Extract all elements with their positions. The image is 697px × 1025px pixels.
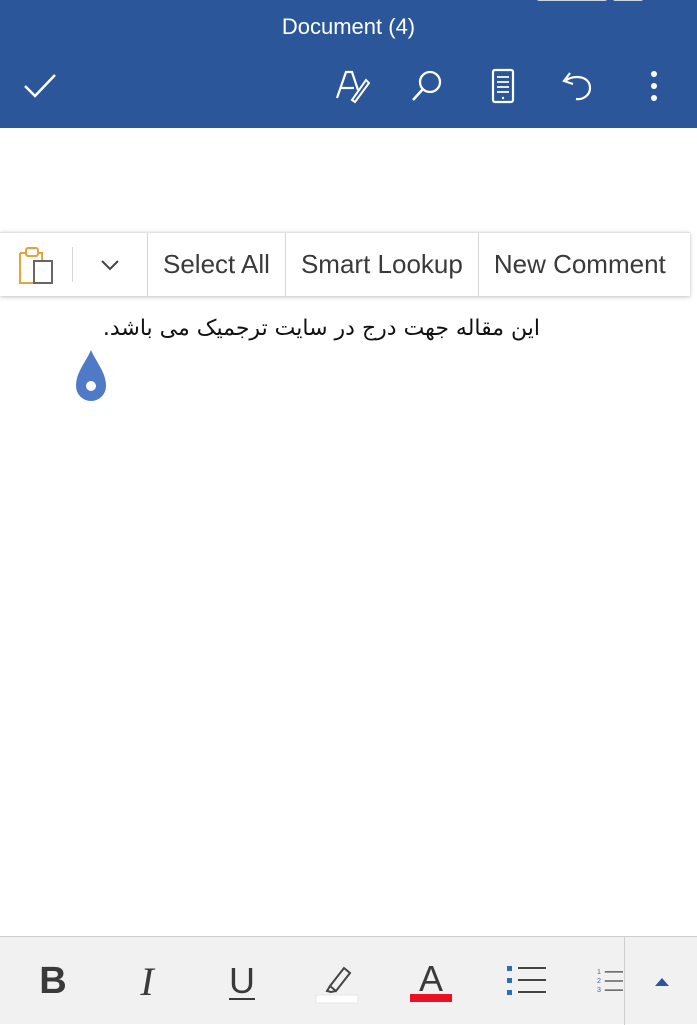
underline-button[interactable]: U [207, 937, 277, 1025]
paste-button[interactable] [0, 233, 72, 296]
bullet-list-button[interactable] [491, 937, 561, 1025]
title-bar: Document (4) [0, 0, 697, 128]
pen-format-icon [335, 70, 370, 104]
bullet-list-icon [507, 966, 546, 995]
font-color-button[interactable]: A [396, 937, 466, 1025]
numbered-list-icon: 1 2 3 [597, 968, 623, 994]
formatting-toolbar: B I U A 1 2 3 [0, 936, 697, 1025]
select-all-button[interactable]: Select All [148, 233, 285, 296]
font-color-glyph: A [419, 958, 443, 999]
document-title: Document (4) [281, 14, 416, 39]
context-menu: Select All Smart Lookup New Comment [0, 232, 690, 296]
paste-options-dropdown[interactable] [73, 233, 147, 296]
new-comment-button[interactable]: New Comment [479, 233, 681, 296]
mobile-view-button[interactable] [479, 62, 527, 110]
underline-icon: U [229, 960, 255, 1001]
highlight-button[interactable] [302, 937, 372, 1025]
expand-toolbar-button[interactable] [627, 937, 697, 1025]
smart-lookup-button[interactable]: Smart Lookup [286, 233, 478, 296]
find-button[interactable] [403, 62, 451, 110]
undo-icon [562, 72, 592, 101]
italic-icon: I [140, 958, 154, 1004]
more-vertical-icon [651, 71, 657, 101]
format-pen-button[interactable] [328, 62, 376, 110]
bold-button[interactable]: B [18, 937, 88, 1025]
toolbar-divider [624, 937, 625, 1025]
done-button[interactable] [16, 62, 64, 110]
more-options-button[interactable] [630, 62, 678, 110]
highlighter-icon [315, 966, 359, 1004]
font-color-icon: A [410, 958, 452, 1002]
caret-up-icon [655, 978, 669, 986]
list-number: 2 [597, 977, 601, 985]
check-icon [24, 74, 56, 98]
list-number: 1 [597, 968, 601, 976]
reading-view-icon [491, 68, 515, 104]
italic-button[interactable]: I [112, 937, 182, 1025]
numbered-list-button[interactable]: 1 2 3 [577, 937, 623, 1025]
list-number: 3 [597, 986, 601, 994]
document-paragraph[interactable]: این مقاله جهت درج در سایت ترجمیک می باشد… [90, 316, 540, 341]
search-icon [412, 70, 442, 101]
chevron-down-icon [101, 259, 119, 270]
selection-handle-icon [76, 350, 106, 401]
status-bar-fragment [537, 0, 657, 4]
cursor-handle[interactable] [74, 348, 108, 404]
bold-icon: B [39, 959, 67, 1002]
undo-button[interactable] [554, 62, 602, 110]
paste-icon [19, 246, 53, 284]
